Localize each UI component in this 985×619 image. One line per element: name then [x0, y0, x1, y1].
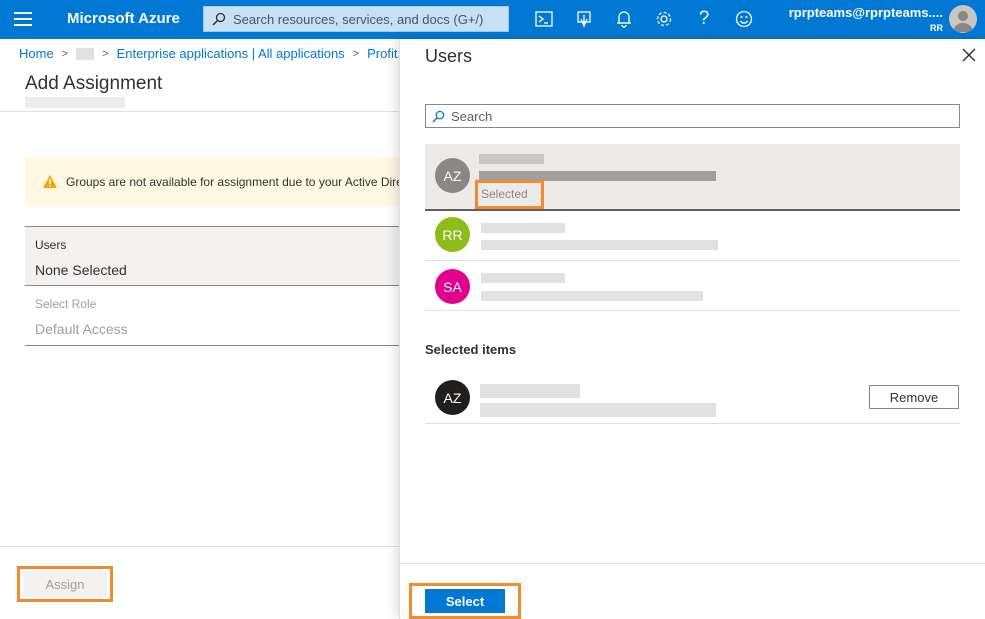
- user-search-input[interactable]: [451, 108, 951, 124]
- blade-title: Users: [425, 46, 473, 66]
- account-avatar[interactable]: [949, 5, 977, 33]
- header-divider: [0, 111, 400, 112]
- account-initials: RR: [930, 23, 943, 33]
- menu-icon[interactable]: [14, 12, 32, 26]
- users-label: Users: [35, 238, 67, 252]
- role-selector[interactable]: Select Role Default Access: [25, 290, 400, 346]
- chevron-right-icon: >: [102, 47, 109, 60]
- azure-top-bar: Microsoft Azure ? rprpteams@rprpteams...…: [0, 0, 985, 39]
- portal-brand[interactable]: Microsoft Azure: [67, 10, 180, 27]
- breadcrumb-home[interactable]: Home: [19, 46, 54, 61]
- user-email-redacted: [481, 291, 703, 301]
- feedback-icon[interactable]: [734, 9, 754, 29]
- global-search-input[interactable]: [233, 11, 503, 27]
- role-label: Select Role: [35, 297, 97, 311]
- page-subtitle-redacted: [25, 97, 125, 108]
- selected-status: Selected: [481, 187, 528, 201]
- warning-banner-content: Groups are not available for assignment …: [42, 174, 400, 189]
- selected-user-email-redacted: [480, 403, 716, 417]
- role-value: Default Access: [35, 321, 128, 337]
- directory-filter-icon[interactable]: [574, 9, 594, 29]
- user-avatar: AZ: [435, 158, 470, 193]
- user-name-redacted: [479, 154, 544, 164]
- assign-button[interactable]: Assign: [23, 571, 107, 597]
- notifications-icon[interactable]: [614, 9, 634, 29]
- users-value: None Selected: [35, 262, 127, 278]
- user-initials: SA: [443, 278, 462, 295]
- select-button[interactable]: Select: [425, 589, 505, 613]
- user-avatar: RR: [435, 217, 470, 252]
- user-list-item[interactable]: AZ Selected: [425, 144, 960, 211]
- search-icon: [212, 12, 226, 26]
- help-icon[interactable]: ?: [694, 8, 714, 29]
- user-list-item[interactable]: SA: [425, 261, 960, 311]
- user-initials: AZ: [443, 167, 462, 184]
- users-blade: Users AZ Selected RR SA Selected items A…: [399, 39, 985, 619]
- page-title: Add Assignment: [25, 73, 163, 94]
- selected-user-name-redacted: [480, 384, 580, 398]
- chevron-right-icon: >: [61, 47, 69, 60]
- user-list-item[interactable]: RR: [425, 213, 960, 261]
- settings-icon[interactable]: [654, 9, 674, 29]
- user-initials: RR: [442, 226, 463, 243]
- breadcrumb-redacted: [76, 47, 95, 60]
- user-search[interactable]: [425, 104, 960, 128]
- close-icon[interactable]: [961, 47, 977, 63]
- selected-user-initials: AZ: [443, 389, 462, 406]
- warning-icon: [43, 175, 57, 188]
- account-info[interactable]: rprpteams@rprpteams.... RR: [789, 5, 943, 33]
- user-avatar: SA: [435, 269, 470, 304]
- selected-items-title: Selected items: [425, 342, 517, 357]
- remove-button[interactable]: Remove: [869, 385, 959, 409]
- user-name-redacted: [481, 273, 565, 283]
- chevron-right-icon: >: [352, 47, 360, 60]
- user-email-redacted: [481, 240, 718, 250]
- cloud-shell-icon[interactable]: [534, 9, 554, 29]
- global-search[interactable]: [203, 6, 509, 32]
- selected-user-avatar: AZ: [435, 380, 470, 415]
- breadcrumb-enterprise-apps[interactable]: Enterprise applications | All applicatio…: [117, 46, 345, 61]
- warning-text: Groups are not available for assignment …: [66, 174, 400, 189]
- search-icon: [432, 110, 445, 123]
- breadcrumb: Home > > Enterprise applications | All a…: [19, 46, 415, 61]
- user-name-redacted: [481, 223, 565, 233]
- account-email: rprpteams@rprpteams....: [788, 5, 943, 20]
- users-selector[interactable]: Users None Selected: [25, 226, 400, 286]
- selected-item: AZ Remove: [425, 372, 960, 424]
- footer-divider: [0, 546, 400, 547]
- blade-footer-divider: [400, 563, 985, 564]
